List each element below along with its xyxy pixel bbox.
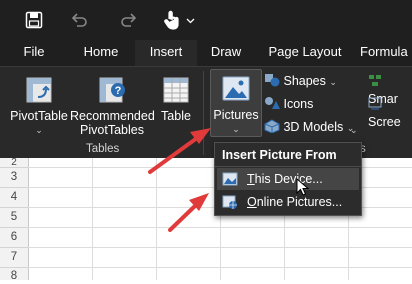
chevron-down-icon: ⌄	[329, 77, 337, 87]
screenshot-label: Scree	[368, 115, 401, 129]
chevron-down-icon: ⌄	[35, 125, 43, 135]
menu-divider	[215, 166, 361, 167]
tab-insert[interactable]: Insert	[135, 40, 197, 68]
3d-models-icon	[264, 119, 280, 134]
screenshot-icon	[368, 97, 382, 110]
recommended-label-line2: PivotTables	[80, 123, 144, 137]
pictures-button[interactable]: Pictures ⌄	[210, 69, 262, 137]
online-pictures-menu-item[interactable]: Online Pictures...	[217, 191, 359, 213]
chevron-down-icon[interactable]: ⌄	[350, 125, 360, 135]
shapes-icon	[265, 74, 280, 87]
redo-icon[interactable]	[120, 12, 138, 28]
screenshot-button[interactable]: Scree	[368, 95, 412, 129]
mouse-pointer-icon	[296, 178, 310, 196]
icons-label: Icons	[283, 97, 314, 111]
pictures-icon	[222, 76, 250, 101]
row-header[interactable]: 4	[0, 188, 29, 208]
shapes-label: Shapes	[283, 74, 326, 88]
pivottable-label: PivotTable	[10, 109, 68, 123]
icons-icon	[265, 97, 280, 109]
smartart-icon	[369, 75, 381, 86]
online-pictures-accelerator: O	[247, 195, 257, 209]
table-button[interactable]: Table	[156, 73, 196, 139]
menu-title: Insert Picture From	[222, 148, 337, 162]
chevron-down-icon: ⌄	[232, 124, 240, 134]
table-label: Table	[161, 109, 191, 123]
tab-formulas[interactable]: Formula	[360, 40, 412, 66]
row-header[interactable]: 5	[0, 208, 29, 228]
title-bar	[0, 0, 412, 40]
pivottable-button[interactable]: PivotTable ⌄	[6, 73, 72, 139]
smartart-button[interactable]: Smar	[368, 72, 412, 106]
undo-icon[interactable]	[70, 12, 88, 28]
this-device-menu-item[interactable]: This Device...	[217, 168, 359, 190]
3d-models-label: 3D Models	[283, 120, 344, 134]
group-label-tables: Tables	[86, 143, 120, 155]
tab-page-layout[interactable]: Page Layout	[264, 40, 346, 66]
row-header[interactable]: 7	[0, 248, 29, 268]
icons-button[interactable]: Icons	[264, 95, 313, 113]
pictures-label: Pictures	[213, 108, 259, 122]
insert-picture-menu: Insert Picture From This Device... Onlin…	[214, 142, 362, 216]
row-header[interactable]: 6	[0, 228, 29, 248]
this-device-icon	[222, 172, 238, 186]
3d-models-button[interactable]: 3D Models ⌄	[264, 118, 354, 136]
this-device-accelerator: T	[247, 172, 255, 186]
row-header[interactable]: 3	[0, 168, 29, 188]
recommended-pivottables-icon: ?	[99, 77, 125, 103]
recommended-pivottables-button[interactable]: ? Recommended PivotTables	[70, 73, 155, 139]
table-icon	[163, 77, 189, 103]
recommended-label-line1: Recommended	[70, 109, 155, 123]
pivottable-icon	[26, 77, 52, 103]
touch-mode-icon[interactable]	[163, 9, 181, 31]
ribbon-tabs: File Home Insert Draw Page Layout Formul…	[0, 40, 412, 68]
this-device-label: his Device...	[254, 172, 323, 186]
shapes-button[interactable]: Shapes ⌄	[264, 72, 337, 90]
tab-file[interactable]: File	[14, 40, 54, 66]
grid-column-line	[92, 158, 93, 280]
save-icon[interactable]	[25, 11, 43, 29]
tab-draw[interactable]: Draw	[204, 40, 248, 66]
group-divider	[203, 71, 204, 155]
chevron-down-icon[interactable]	[186, 18, 195, 24]
tab-home[interactable]: Home	[76, 40, 126, 66]
row-header[interactable]: 8	[0, 268, 29, 282]
grid-column-line	[156, 158, 157, 280]
row-header[interactable]: 2	[0, 158, 29, 168]
svg-text:?: ?	[115, 85, 122, 97]
online-pictures-icon	[222, 195, 237, 209]
